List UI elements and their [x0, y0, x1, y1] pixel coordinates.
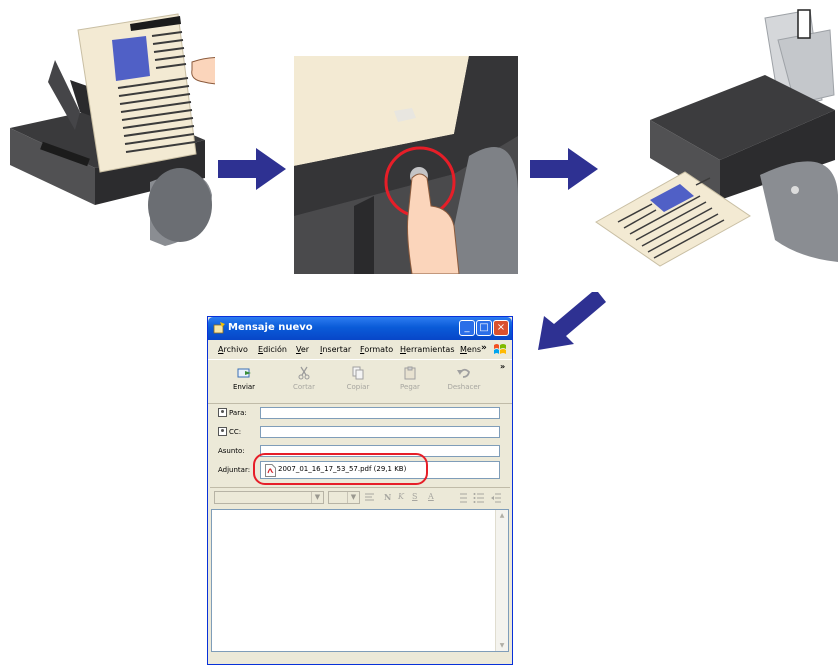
windows-flag-icon	[494, 344, 506, 354]
undo-button[interactable]: Deshacer	[444, 366, 484, 400]
arrow-down-left	[538, 292, 606, 350]
paste-button[interactable]: Pegar	[390, 366, 430, 400]
attachment-highlight-ring	[253, 453, 428, 485]
toolbar-overflow-chevron[interactable]: »	[500, 362, 505, 371]
maximize-button[interactable]: □	[476, 320, 492, 336]
scroll-down-arrow[interactable]: ▼	[496, 640, 508, 651]
numbered-list-icon[interactable]	[456, 492, 468, 504]
arrow-right-1	[218, 148, 286, 190]
scanner-output-illustration	[595, 9, 838, 267]
window-title: Mensaje nuevo	[228, 322, 313, 333]
menu-edicion[interactable]: Edición	[258, 345, 287, 354]
cc-field[interactable]	[260, 426, 500, 438]
menu-bar: Archivo Edición Ver Insertar Formato Her…	[208, 341, 512, 358]
to-field[interactable]	[260, 407, 500, 419]
menu-ver[interactable]: Ver	[296, 345, 309, 354]
font-size-select[interactable]: ▼	[328, 491, 360, 504]
bold-button[interactable]: N	[384, 492, 391, 502]
menu-overflow-chevron[interactable]: »	[481, 343, 487, 353]
toolbar: Enviar Cortar Copiar Pegar Deshacer »	[208, 359, 512, 404]
menu-insertar[interactable]: Insertar	[320, 345, 351, 354]
font-family-select[interactable]: ▼	[214, 491, 324, 504]
title-bar[interactable]: Mensaje nuevo _ □ ×	[208, 317, 512, 340]
status-bar	[208, 653, 512, 664]
decrease-indent-icon[interactable]	[490, 492, 502, 504]
minimize-button[interactable]: _	[459, 320, 475, 336]
send-button[interactable]: Enviar	[224, 366, 264, 400]
scan-button-press-illustration	[294, 56, 518, 274]
scanner-loading-illustration	[10, 13, 215, 246]
to-label[interactable]: Para:	[229, 409, 247, 417]
chevron-down-icon: ▼	[347, 492, 359, 503]
arrow-right-2	[530, 148, 598, 190]
menu-formato[interactable]: Formato	[360, 345, 393, 354]
chevron-down-icon: ▼	[311, 492, 323, 503]
bullet-list-icon[interactable]	[473, 492, 485, 504]
cc-label[interactable]: CC:	[229, 428, 241, 436]
attach-label: Adjuntar:	[218, 466, 251, 474]
format-toolbar: ▼ ▼ N K S A	[210, 487, 510, 508]
close-button[interactable]: ×	[493, 320, 509, 336]
scissors-icon	[298, 366, 310, 380]
copy-icon	[352, 366, 364, 380]
new-message-window: Mensaje nuevo _ □ × Archivo Edición Ver …	[207, 316, 513, 665]
new-mail-icon	[213, 322, 225, 334]
message-body[interactable]: ▲ ▼	[211, 509, 509, 652]
menu-mensaje[interactable]: Mens	[460, 345, 481, 354]
paste-icon	[404, 366, 416, 380]
menu-archivo[interactable]: Archivo	[218, 345, 248, 354]
address-book-icon	[218, 427, 227, 436]
undo-icon	[457, 368, 470, 378]
vertical-scrollbar[interactable]: ▲ ▼	[495, 510, 508, 651]
underline-button[interactable]: S	[412, 492, 417, 501]
italic-button[interactable]: K	[398, 492, 404, 501]
to-row: Para:	[208, 405, 512, 423]
scroll-up-arrow[interactable]: ▲	[496, 510, 508, 521]
cut-button[interactable]: Cortar	[284, 366, 324, 400]
paragraph-style-icon[interactable]	[364, 492, 376, 504]
font-color-button[interactable]: A	[428, 492, 434, 501]
cc-row: CC:	[208, 424, 512, 442]
subject-label: Asunto:	[218, 447, 245, 455]
copy-button[interactable]: Copiar	[338, 366, 378, 400]
address-book-icon	[218, 408, 227, 417]
menu-herramientas[interactable]: Herramientas	[400, 345, 455, 354]
send-icon	[237, 368, 251, 378]
